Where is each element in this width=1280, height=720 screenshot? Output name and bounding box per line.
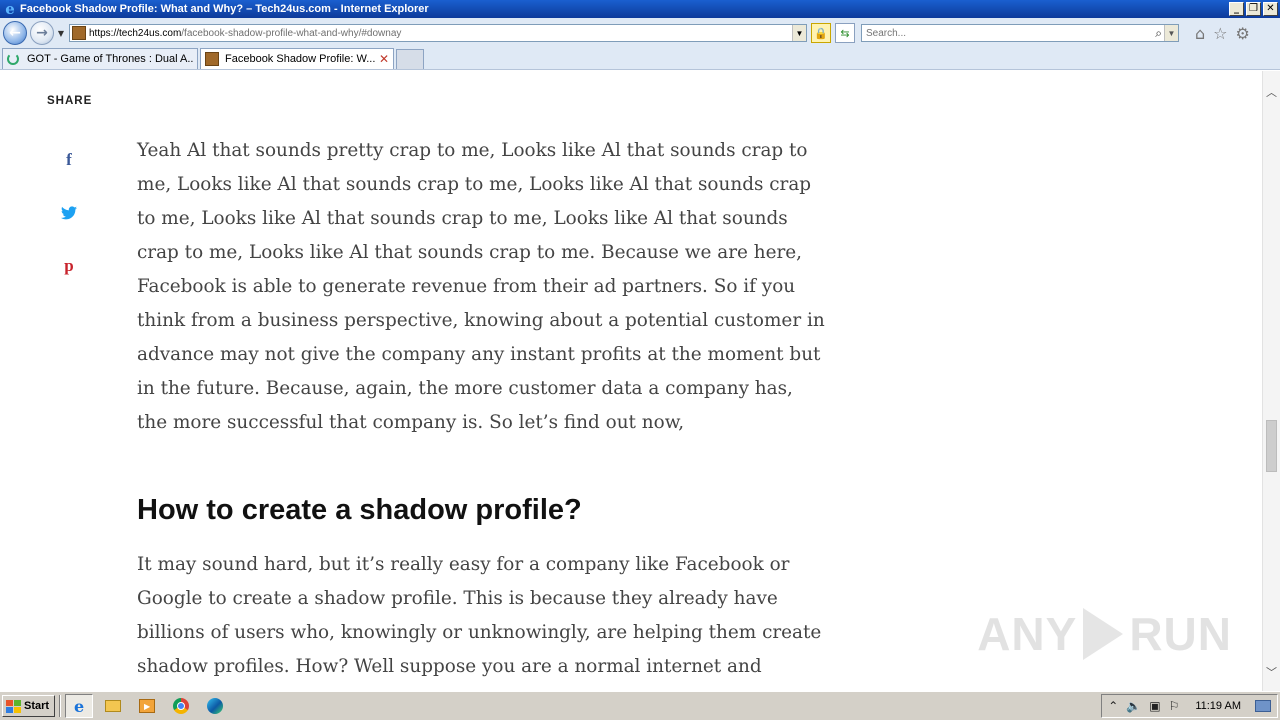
share-label: SHARE [47,95,93,107]
favorites-star-icon[interactable]: ☆ [1213,24,1227,43]
back-button[interactable]: ← [3,21,27,45]
search-dropdown-button[interactable]: ▼ [1164,25,1178,41]
scrollbar-thumb[interactable] [1266,420,1277,472]
home-icon[interactable]: ⌂ [1195,24,1205,43]
internet-explorer-icon: e [73,696,85,716]
action-center-flag-icon[interactable]: ⚐ [1169,699,1180,713]
article-paragraph: It may sound hard, but it’s really easy … [137,554,822,691]
restore-button[interactable]: ❐ [1246,2,1261,16]
window-title-bar: e Facebook Shadow Profile: What and Why?… [0,0,1280,18]
lock-icon: 🔒 [814,26,828,40]
section-heading: How to create a shadow profile? [137,494,582,526]
toolbar-icons: ⌂ ☆ ⚙ [1195,24,1250,43]
loading-spinner-icon [7,53,19,65]
twitter-icon[interactable] [60,204,78,222]
search-icon[interactable]: ⌕ [1155,26,1162,41]
windows-logo-icon [6,699,21,713]
internet-explorer-icon: e [5,0,15,18]
taskbar-separator [59,695,62,717]
media-player-icon: ▶ [139,699,156,713]
url-host: https://tech24us.com [89,27,182,39]
arrow-left-icon: ← [9,25,21,41]
settings-gear-icon[interactable]: ⚙ [1236,24,1250,43]
start-button[interactable]: Start [2,695,56,717]
system-tray: ⌃ 🔈 ▣ ⚐ 11:19 AM [1101,694,1278,718]
web-page-content: SHARE f p Yeah Al that sounds pretty cra… [0,71,1262,691]
tab-strip: GOT - Game of Thrones : Dual A... Facebo… [0,48,1280,70]
chevron-down-icon: ▼ [1167,28,1176,38]
play-icon [1083,608,1124,660]
tab-label: GOT - Game of Thrones : Dual A... [27,53,193,65]
site-favicon [205,52,219,66]
site-favicon [72,26,86,40]
network-icon[interactable]: ▣ [1149,699,1160,713]
twitter-bird-shape [61,206,77,220]
taskbar-internet-explorer[interactable]: e [65,694,94,718]
window-title: Facebook Shadow Profile: What and Why? –… [20,3,429,15]
tray-expand-icon[interactable]: ⌃ [1108,699,1118,713]
close-window-button[interactable]: ✕ [1263,2,1278,16]
folder-icon [105,700,122,712]
refresh-icon: ⇆ [840,26,850,40]
address-dropdown-button[interactable]: ▼ [792,25,806,41]
tab-facebook-shadow-profile[interactable]: Facebook Shadow Profile: W... ✕ [200,48,394,69]
volume-icon[interactable]: 🔈 [1126,699,1141,713]
article-body: Yeah Al that sounds pretty crap to me, L… [137,134,827,691]
taskbar: Start e ▶ ⌃ 🔈 ▣ ⚐ 11:19 AM [0,691,1280,720]
close-tab-icon[interactable]: ✕ [379,52,389,66]
recent-pages-dropdown[interactable]: ▼ [55,23,67,43]
watermark-text-left: ANY [977,608,1078,660]
facebook-icon[interactable]: f [60,150,78,169]
edge-icon [207,698,224,714]
taskbar-media-player[interactable]: ▶ [133,694,161,718]
address-bar[interactable]: https://tech24us.com/facebook-shadow-pro… [69,24,807,42]
new-tab-button[interactable] [396,49,424,69]
minimize-button[interactable]: _ [1229,2,1244,16]
scroll-down-icon[interactable]: ﹀ [1263,663,1280,681]
refresh-button[interactable]: ⇆ [835,23,855,43]
chevron-down-icon: ▼ [57,28,65,38]
security-lock-button[interactable]: 🔒 [811,23,831,43]
vertical-scrollbar[interactable]: ︿ ﹀ [1262,71,1280,691]
chevron-down-icon: ▼ [795,28,804,38]
anyrun-watermark: ANY RUN [977,607,1232,661]
tab-label: Facebook Shadow Profile: W... [225,53,375,65]
taskbar-file-explorer[interactable] [99,694,127,718]
forward-button[interactable]: → [30,21,54,45]
start-label: Start [24,700,50,712]
pinterest-icon[interactable]: p [60,256,78,275]
show-desktop-button[interactable] [1255,700,1271,712]
article-paragraph: Yeah Al that sounds pretty crap to me, L… [137,140,825,433]
url-path: /facebook-shadow-profile-what-and-why/#d… [181,27,402,39]
chrome-icon [173,698,190,714]
taskbar-chrome[interactable] [167,694,195,718]
search-input[interactable] [866,27,1136,39]
taskbar-clock[interactable]: 11:19 AM [1195,700,1241,712]
taskbar-edge[interactable] [201,694,229,718]
search-box[interactable]: ⌕ ▼ [861,24,1179,42]
tab-game-of-thrones[interactable]: GOT - Game of Thrones : Dual A... [2,48,198,69]
arrow-right-icon: → [36,25,48,41]
watermark-text-right: RUN [1129,608,1232,660]
scroll-up-icon[interactable]: ︿ [1263,83,1280,101]
navigation-bar: ← → ▼ https://tech24us.com/facebook-shad… [0,18,1280,48]
window-controls: _ ❐ ✕ [1229,2,1278,16]
